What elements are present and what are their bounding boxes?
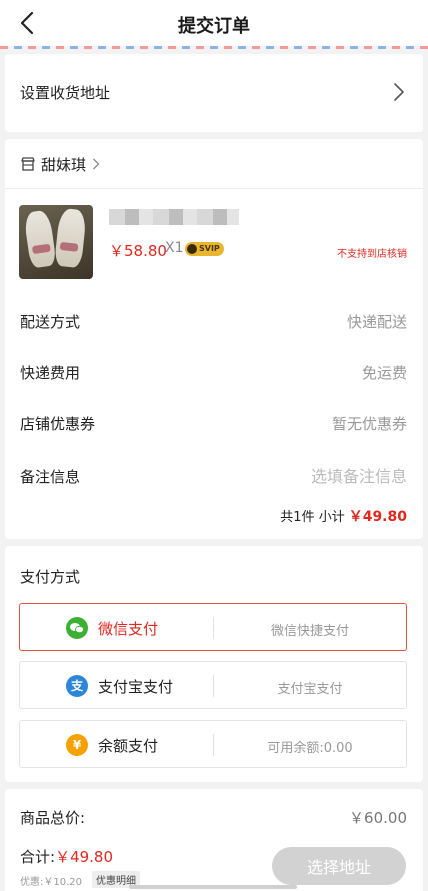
checkout-bar: 商品总价: ￥60.00 合计:￥49.80 优惠:￥10.20 优惠明细 选择… xyxy=(5,789,423,891)
payment-option-desc: 微信快捷支付 xyxy=(270,624,349,639)
total-label: 商品总价: xyxy=(20,809,86,827)
delivery-row[interactable]: 配送方式 快递配送 xyxy=(20,311,407,333)
alipay-icon: 支 xyxy=(66,675,88,697)
payment-option-alipay[interactable]: 支 支付宝支付 支付宝支付 xyxy=(19,661,407,709)
payment-card: 支付方式 微信支付 微信快捷支付 支 支付宝支付 支付宝支付 ¥ 余额支付 可用… xyxy=(5,546,423,782)
wechat-icon xyxy=(66,617,88,639)
pay-amount: 合计:￥49.80 xyxy=(20,846,113,867)
subtotal-amount: ￥49.80 xyxy=(348,509,407,525)
payment-option-name: 余额支付 xyxy=(98,737,159,755)
svip-icon xyxy=(187,244,197,254)
payment-option-name: 微信支付 xyxy=(98,620,159,638)
store-icon xyxy=(21,157,35,171)
select-address-button[interactable]: 选择地址 xyxy=(272,847,406,885)
shop-name: 甜妹琪 xyxy=(41,156,87,174)
pay-amount-label: 合计: xyxy=(20,848,56,866)
product-title-blurred xyxy=(109,209,239,225)
remark-row: 备注信息 xyxy=(20,464,407,488)
header-bar: 提交订单 xyxy=(0,0,428,46)
shipping-value: 免运费 xyxy=(361,364,407,382)
delivery-value: 快递配送 xyxy=(346,313,407,331)
shoe-image xyxy=(54,207,87,269)
address-stripe-divider xyxy=(0,46,428,49)
payment-option-desc: 支付宝支付 xyxy=(277,682,343,697)
product-quantity: X1 xyxy=(165,240,184,256)
order-card: 甜妹琪 ￥58.80 X1 SVIP 不支持到店核销 配送方式 快递配送 快递费… xyxy=(5,139,423,539)
shipping-row: 快递费用 免运费 xyxy=(20,362,407,384)
product-thumbnail[interactable] xyxy=(19,205,93,279)
delivery-label: 配送方式 xyxy=(20,313,81,331)
payment-option-balance[interactable]: ¥ 余额支付 可用余额:0.00 xyxy=(19,720,407,768)
product-price: ￥58.80 xyxy=(109,242,167,260)
svip-badge: SVIP xyxy=(185,242,224,256)
coupon-row[interactable]: 店铺优惠券 暂无优惠券 xyxy=(20,413,407,435)
home-indicator xyxy=(129,885,297,889)
shipping-label: 快递费用 xyxy=(20,364,81,382)
chevron-right-icon xyxy=(394,83,404,101)
discount-text: 优惠:￥10.20 xyxy=(20,877,82,888)
page-title: 提交订单 xyxy=(178,16,250,37)
subtotal: 共1件 小计 ￥49.80 xyxy=(280,506,407,526)
payment-title: 支付方式 xyxy=(20,568,81,586)
payment-option-name: 支付宝支付 xyxy=(98,678,174,696)
shop-row[interactable]: 甜妹琪 xyxy=(5,139,423,189)
payment-option-desc: 可用余额:0.00 xyxy=(267,741,353,756)
total-value: ￥60.00 xyxy=(349,809,407,827)
subtotal-label: 共1件 小计 xyxy=(280,510,345,525)
coupon-label: 店铺优惠券 xyxy=(20,415,96,433)
address-label: 设置收货地址 xyxy=(20,84,111,102)
yen-icon: ¥ xyxy=(66,734,88,756)
remark-label: 备注信息 xyxy=(20,468,81,486)
chevron-right-icon xyxy=(93,158,100,170)
address-selector[interactable]: 设置收货地址 xyxy=(5,54,423,132)
coupon-value: 暂无优惠券 xyxy=(331,415,407,433)
shoe-image xyxy=(23,209,57,269)
remark-input[interactable] xyxy=(237,464,407,488)
payment-option-wechat[interactable]: 微信支付 微信快捷支付 xyxy=(19,603,407,651)
pay-amount-value: ￥49.80 xyxy=(55,848,114,866)
pickup-note: 不支持到店核销 xyxy=(337,249,407,260)
